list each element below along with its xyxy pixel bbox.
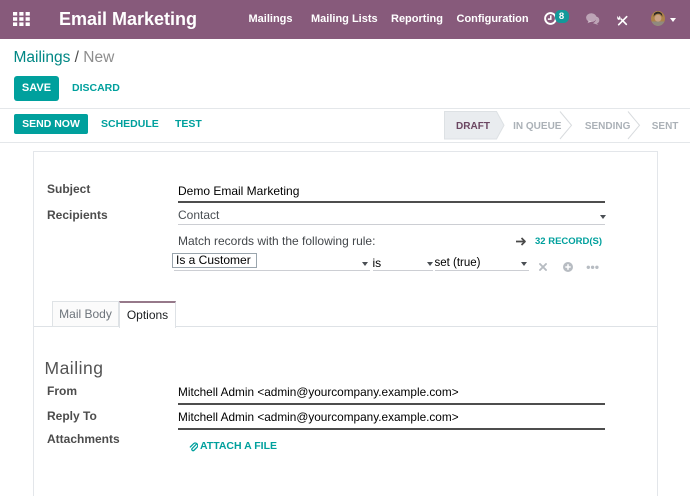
svg-text:SENDING: SENDING: [584, 121, 630, 132]
svg-text:DRAFT: DRAFT: [456, 121, 490, 132]
svg-text:IN QUEUE: IN QUEUE: [513, 121, 562, 132]
svg-text:SENT: SENT: [651, 121, 678, 132]
